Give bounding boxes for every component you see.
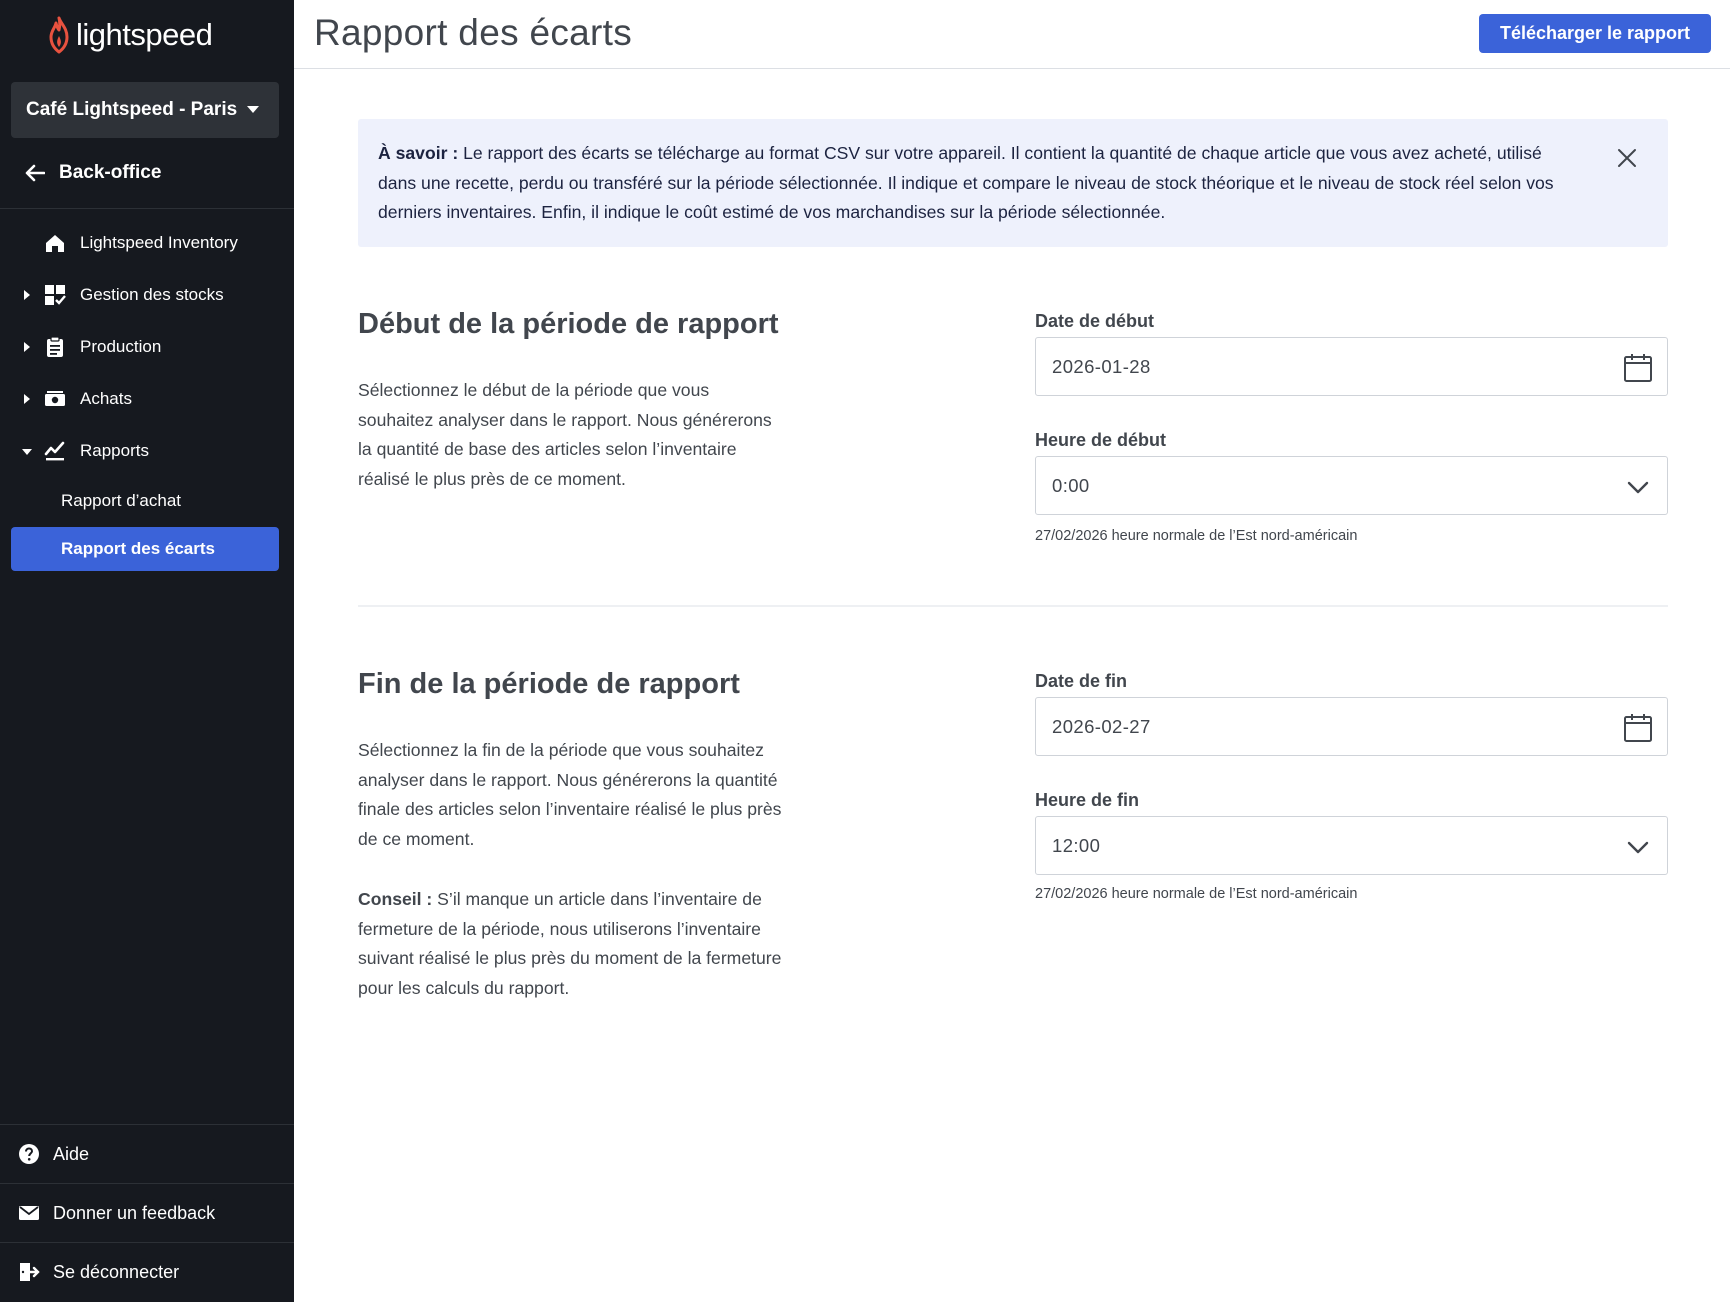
expand-down-icon	[22, 449, 32, 455]
logout-label: Se déconnecter	[53, 1261, 180, 1282]
info-text: Le rapport des écarts se télécharge au f…	[378, 143, 1554, 222]
sidebar-item-rapports[interactable]: Rapports	[0, 429, 294, 473]
chevron-down-icon	[1627, 841, 1649, 854]
sidebar-divider	[0, 208, 294, 209]
home-icon	[46, 235, 64, 252]
sidebar-item-gestion-des-stocks[interactable]: Gestion des stocks	[0, 273, 294, 317]
store-name: Café Lightspeed - Paris	[26, 99, 238, 120]
sidebar-subitem-rapport-achat[interactable]: Rapport d’achat	[11, 479, 279, 523]
arrow-left-icon	[25, 164, 45, 182]
end-section-tip: Conseil : S’il manque un article dans l’…	[358, 885, 788, 1004]
sidebar-item-achats[interactable]: Achats	[0, 377, 294, 421]
calendar-icon[interactable]	[1623, 713, 1653, 743]
page-header: Rapport des écarts Télécharger le rappor…	[294, 0, 1730, 69]
end-date-value: 2026-02-27	[1052, 716, 1151, 737]
close-icon[interactable]	[1616, 147, 1638, 169]
sidebar-item-production[interactable]: Production	[0, 325, 294, 369]
start-time-value: 0:00	[1052, 475, 1090, 496]
start-date-value: 2026-01-28	[1052, 356, 1151, 377]
flame-logo-icon	[49, 16, 69, 54]
end-time-select[interactable]: 12:00	[1035, 816, 1668, 875]
calendar-icon[interactable]	[1623, 353, 1653, 383]
end-date-label: Date de fin	[1035, 671, 1128, 691]
help-icon	[19, 1144, 39, 1164]
expand-right-icon	[24, 394, 30, 404]
expand-right-icon	[24, 342, 30, 352]
tip-prefix: Conseil :	[358, 889, 433, 909]
start-date-label: Date de début	[1035, 311, 1155, 331]
sidebar: lightspeed Café Lightspeed - Paris Back-…	[0, 0, 294, 1302]
end-date-input[interactable]: 2026-02-27	[1035, 697, 1668, 756]
logo-wordmark: lightspeed	[76, 17, 213, 52]
feedback-link[interactable]: Donner un feedback	[0, 1184, 294, 1242]
logout-link[interactable]: Se déconnecter	[0, 1243, 294, 1301]
end-section-description: Sélectionnez la fin de la période que vo…	[358, 740, 782, 850]
end-time-label: Heure de fin	[1035, 790, 1140, 810]
start-date-input[interactable]: 2026-01-28	[1035, 337, 1668, 396]
info-prefix: À savoir :	[378, 143, 459, 163]
end-section-title: Fin de la période de rapport	[358, 668, 740, 700]
chevron-down-icon	[1627, 481, 1649, 494]
stock-grid-icon	[45, 285, 66, 305]
info-banner: À savoir : Le rapport des écarts se télé…	[358, 119, 1668, 247]
sidebar-item-label: Rapports	[80, 441, 149, 460]
help-link[interactable]: Aide	[0, 1125, 294, 1183]
start-timezone-helper: 27/02/2026 heure normale de l’Est nord-a…	[1035, 528, 1358, 544]
end-time-value: 12:00	[1052, 835, 1101, 856]
expand-right-icon	[24, 290, 30, 300]
mail-icon	[19, 1206, 39, 1220]
sidebar-item-label: Production	[80, 337, 162, 356]
download-report-button[interactable]: Télécharger le rapport	[1479, 14, 1711, 53]
start-section-title: Début de la période de rapport	[358, 308, 779, 340]
section-divider	[358, 605, 1668, 607]
page-title: Rapport des écarts	[314, 12, 633, 53]
back-office-link[interactable]: Back-office	[0, 150, 294, 196]
start-time-select[interactable]: 0:00	[1035, 456, 1668, 515]
chart-check-icon	[44, 441, 65, 461]
sidebar-item-label: Gestion des stocks	[80, 285, 224, 304]
help-label: Aide	[53, 1143, 90, 1164]
end-timezone-helper: 27/02/2026 heure normale de l’Est nord-a…	[1035, 886, 1358, 902]
clipboard-icon	[47, 336, 63, 357]
store-selector[interactable]: Café Lightspeed - Paris	[11, 82, 279, 138]
money-icon	[45, 391, 65, 406]
sidebar-item-label: Achats	[80, 389, 132, 408]
sidebar-subitem-rapport-des-ecarts[interactable]: Rapport des écarts	[11, 527, 279, 571]
feedback-label: Donner un feedback	[53, 1202, 216, 1223]
start-time-label: Heure de début	[1035, 430, 1167, 450]
lightspeed-logo[interactable]: lightspeed	[46, 14, 213, 56]
sidebar-item-label: Lightspeed Inventory	[80, 233, 238, 252]
sidebar-item-lightspeed-inventory[interactable]: Lightspeed Inventory	[0, 221, 294, 265]
back-office-label: Back-office	[59, 162, 162, 183]
caret-down-icon	[247, 106, 259, 113]
start-section-description: Sélectionnez le début de la période que …	[358, 380, 772, 490]
logout-icon	[20, 1263, 40, 1281]
